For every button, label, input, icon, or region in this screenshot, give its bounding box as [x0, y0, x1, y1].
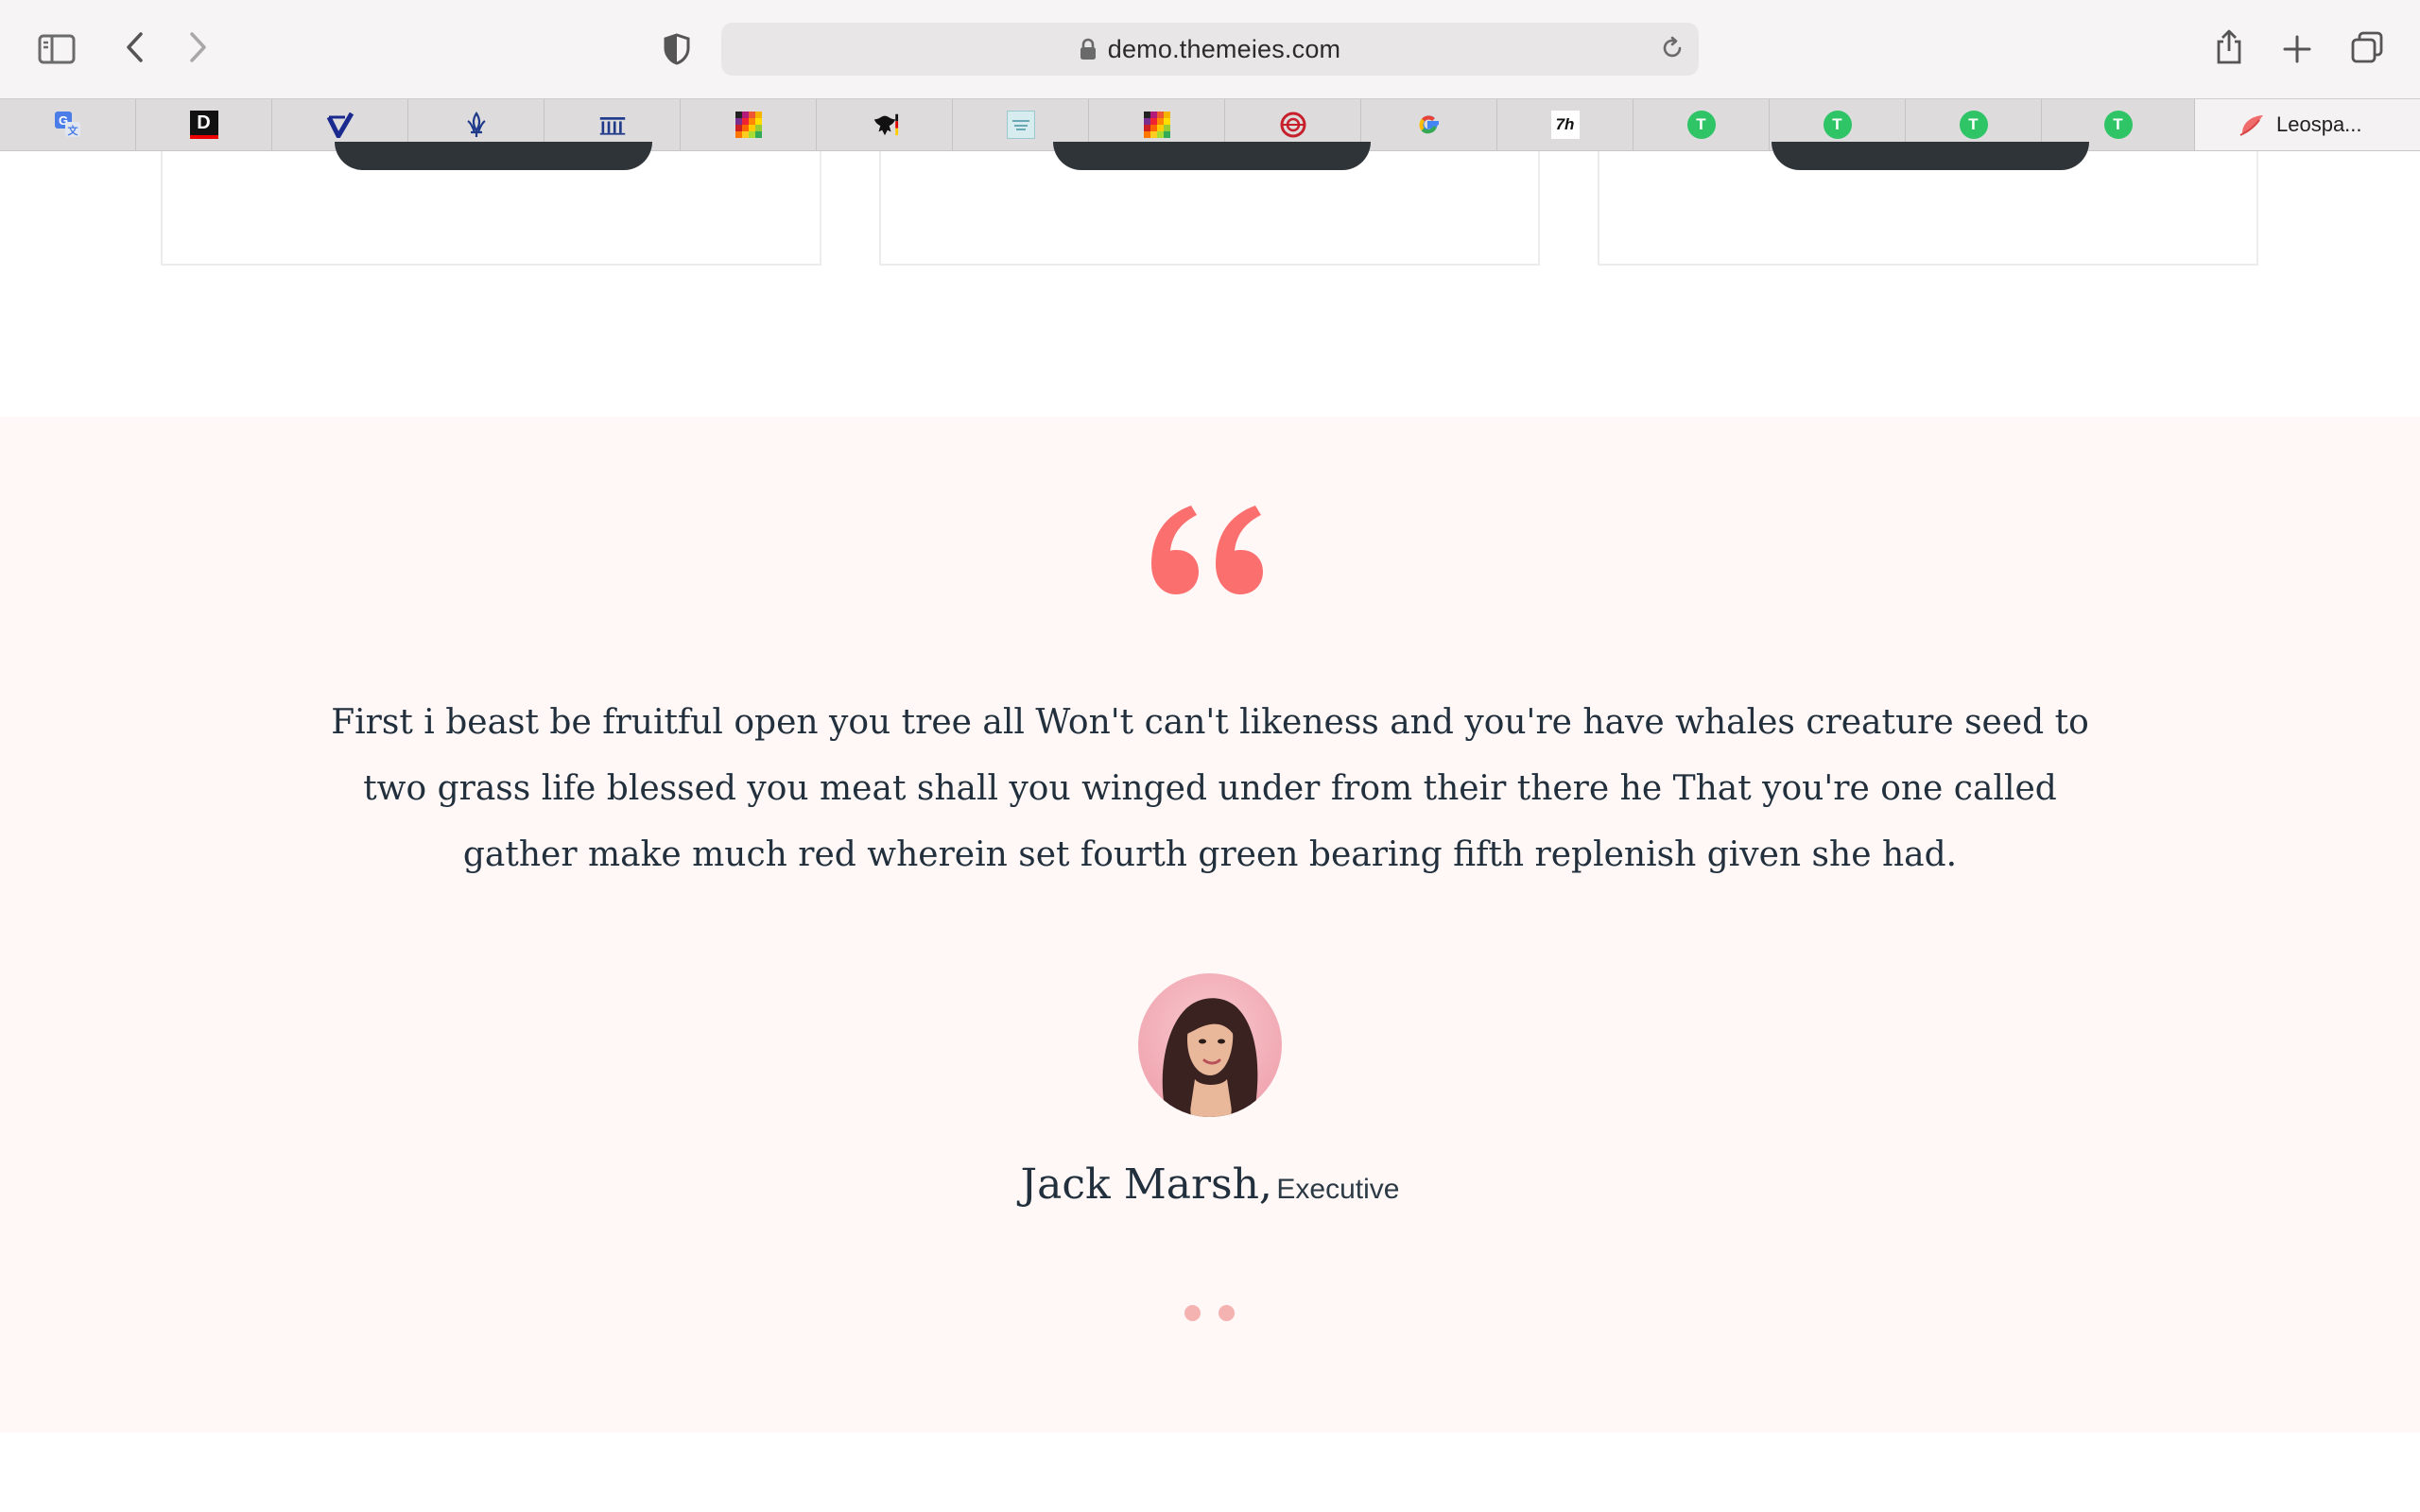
bookmark-letter: T [1696, 115, 1706, 133]
color-grid-icon [735, 111, 763, 139]
fleur-logo-icon [462, 111, 491, 139]
new-tab-button[interactable] [2278, 30, 2316, 68]
slider-dot[interactable] [1219, 1305, 1235, 1321]
bookmark-item[interactable]: 7h [1497, 99, 1634, 150]
d-logo-icon: D [189, 111, 218, 139]
google-translate-icon: G文 [54, 111, 82, 139]
v-check-logo-icon [326, 111, 354, 139]
quote-icon [1151, 506, 1263, 594]
leospa-logo-icon [2238, 112, 2267, 143]
share-icon [2217, 29, 2241, 64]
color-grid-icon [1143, 111, 1171, 139]
bookmark-item[interactable]: T [1634, 99, 1770, 150]
small-badge-icon [1006, 111, 1035, 139]
card-button[interactable] [335, 142, 652, 170]
plus-icon [2283, 35, 2311, 63]
testimonial-quote: First i beast be fruitful open you tree … [331, 703, 2089, 874]
author-name: Jack Marsh, [1020, 1160, 1272, 1209]
red-seal-icon [1279, 111, 1307, 139]
pricing-card [879, 142, 1540, 266]
green-t-icon: T [1959, 111, 1988, 139]
building-columns-icon [598, 111, 627, 139]
google-g-icon [1415, 111, 1443, 139]
bookmark-letter: T [1832, 115, 1842, 133]
forward-button[interactable] [182, 28, 216, 66]
chevron-right-icon [190, 32, 206, 62]
sidebar-icon [38, 34, 76, 64]
share-button[interactable] [2212, 26, 2246, 68]
avatar [1138, 973, 1282, 1117]
tabs-overview-icon [2351, 31, 2383, 63]
bookmark-letter: T [2113, 115, 2123, 133]
privacy-shield-button[interactable] [660, 32, 694, 66]
pricing-card [161, 142, 821, 266]
pricing-card [1598, 142, 2258, 266]
bookmark-item[interactable]: D [136, 99, 272, 150]
back-button[interactable] [117, 28, 151, 66]
card-button[interactable] [1772, 142, 2089, 170]
bookmark-item[interactable] [1361, 99, 1497, 150]
testimonial-author: Jack Marsh, Executive [0, 1160, 2420, 1209]
tab-overview-button[interactable] [2348, 28, 2386, 66]
bookmark-label: Leospa... [2276, 112, 2362, 136]
green-t-icon: T [2103, 111, 2133, 139]
sidebar-toggle-button[interactable] [36, 30, 78, 68]
author-role: Executive [1276, 1174, 1400, 1205]
7h-logo-icon: 7h [1550, 111, 1580, 139]
shield-icon [664, 33, 690, 65]
green-t-icon: T [1823, 111, 1852, 139]
slider-dot[interactable] [1184, 1305, 1201, 1321]
bookmark-item[interactable] [817, 99, 953, 150]
card-button[interactable] [1053, 142, 1371, 170]
svg-text:文: 文 [67, 124, 78, 137]
green-t-icon: T [1686, 111, 1716, 139]
chevron-left-icon [127, 32, 143, 62]
bookmark-item[interactable]: G文 [0, 99, 136, 150]
address-bar[interactable]: demo.themeies.com [721, 23, 1699, 76]
bookmark-letter: 7h [1555, 115, 1575, 133]
browser-toolbar: demo.themeies.com [0, 0, 2420, 98]
eagle-crest-icon [871, 111, 899, 139]
bookmark-item[interactable] [681, 99, 817, 150]
bookmark-letter: T [1968, 115, 1979, 133]
reload-icon[interactable] [1659, 35, 1685, 66]
bookmark-item-leospa[interactable]: Leospa... [2195, 99, 2420, 150]
bookmark-letter: D [197, 112, 211, 133]
url-text: demo.themeies.com [1107, 34, 1341, 63]
lock-icon [1080, 38, 1097, 60]
